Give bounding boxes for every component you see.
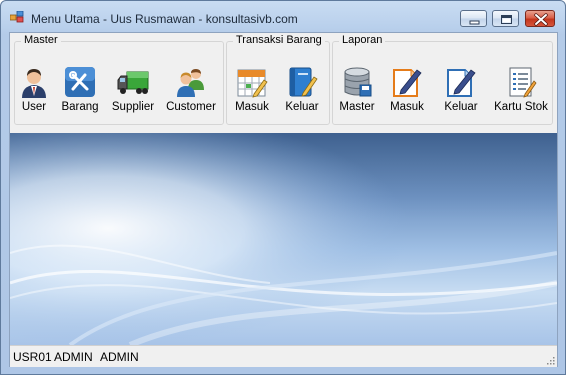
maximize-icon xyxy=(501,15,512,24)
toolbar-button-laporan-master[interactable]: Master xyxy=(338,66,376,122)
database-icon xyxy=(344,67,372,97)
toolbar-label-user: User xyxy=(21,101,47,113)
status-bar: USR01 ADMIN ADMIN xyxy=(10,345,557,367)
toolbar-label-barang: Barang xyxy=(61,101,99,113)
toolbar-button-supplier[interactable]: Supplier xyxy=(110,66,156,122)
close-icon xyxy=(534,13,548,26)
toolbar-button-laporan-keluar[interactable]: Keluar xyxy=(441,66,481,122)
wallpaper-swirl-image xyxy=(10,133,557,345)
toolbar-label-laporan-keluar: Keluar xyxy=(444,101,478,113)
group-title-laporan: Laporan xyxy=(339,34,386,46)
toolbar-button-transaksi-keluar[interactable]: Keluar xyxy=(280,66,324,122)
toolbar-label-laporan-master: Master xyxy=(339,101,375,113)
background-wallpaper xyxy=(10,133,557,345)
toolbar-label-laporan-masuk: Masuk xyxy=(390,101,424,113)
status-user-name: ADMIN xyxy=(54,350,93,364)
report-list-icon xyxy=(509,67,537,98)
toolbar-button-laporan-masuk[interactable]: Masuk xyxy=(388,66,426,122)
tools-icon xyxy=(65,67,95,97)
calendar-icon xyxy=(237,69,268,98)
customers-icon xyxy=(177,69,204,97)
close-button[interactable] xyxy=(525,10,555,27)
toolbar-label-customer: Customer xyxy=(166,101,216,113)
menu-toolbar: Master User Barang Supplier Customer Tra… xyxy=(10,33,557,133)
group-title-transaksi-barang: Transaksi Barang xyxy=(233,34,325,46)
toolbar-label-kartu-stok: Kartu Stok xyxy=(494,101,548,113)
main-window: Menu Utama - Uus Rusmawan - konsultasivb… xyxy=(0,0,566,375)
notebook-pen-icon xyxy=(289,67,318,97)
window-title: Menu Utama - Uus Rusmawan - konsultasivb… xyxy=(31,12,298,26)
app-icon xyxy=(10,11,24,23)
client-area: Master User Barang Supplier Customer Tra… xyxy=(9,32,558,367)
status-user-id: USR01 xyxy=(13,350,52,364)
toolbar-label-transaksi-masuk: Masuk xyxy=(235,101,269,113)
toolbar-button-customer[interactable]: Customer xyxy=(164,66,218,122)
toolbar-button-kartu-stok[interactable]: Kartu Stok xyxy=(492,66,550,122)
status-user-level: ADMIN xyxy=(100,350,139,364)
toolbar-button-user[interactable]: User xyxy=(16,66,52,122)
truck-icon xyxy=(117,71,149,94)
document-pen-orange-icon xyxy=(393,69,422,97)
document-pen-blue-icon xyxy=(447,69,476,97)
minimize-button[interactable] xyxy=(460,10,487,27)
user-icon xyxy=(22,69,46,98)
resize-grip-icon[interactable] xyxy=(545,355,555,365)
group-title-master: Master xyxy=(21,34,61,46)
title-bar[interactable]: Menu Utama - Uus Rusmawan - konsultasivb… xyxy=(1,1,565,31)
toolbar-button-barang[interactable]: Barang xyxy=(58,66,102,122)
maximize-button[interactable] xyxy=(492,10,519,27)
toolbar-label-transaksi-keluar: Keluar xyxy=(285,101,319,113)
toolbar-button-transaksi-masuk[interactable]: Masuk xyxy=(232,66,272,122)
toolbar-label-supplier: Supplier xyxy=(111,101,155,113)
minimize-icon xyxy=(469,20,480,25)
